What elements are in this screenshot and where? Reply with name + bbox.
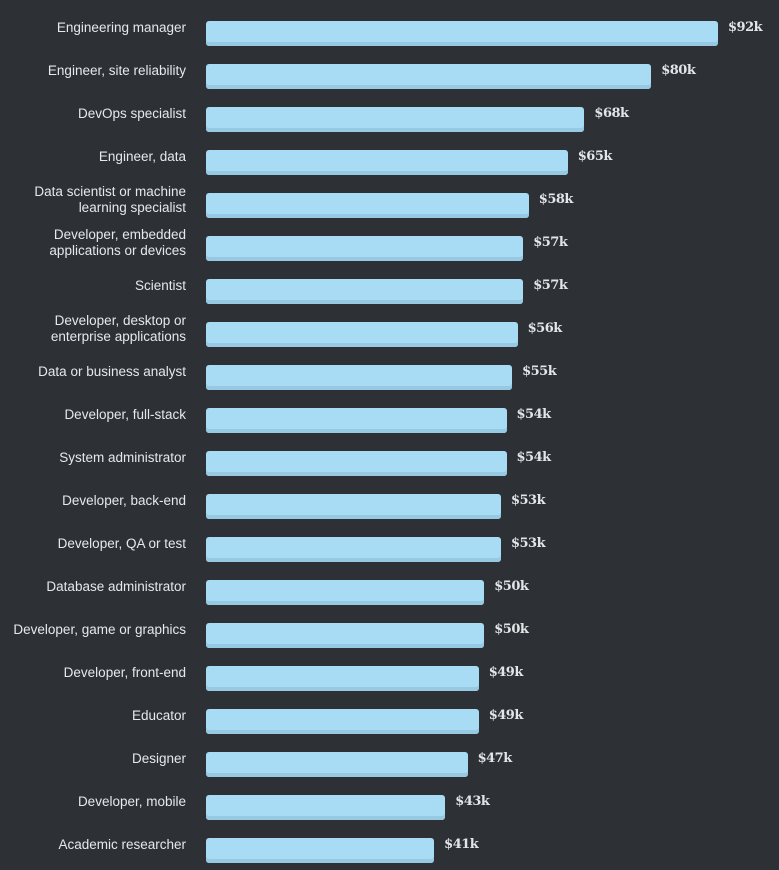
- data-label: $68k: [594, 106, 629, 121]
- bar: [206, 451, 507, 476]
- data-label: $43k: [455, 794, 490, 809]
- bar: [206, 795, 446, 820]
- bar-row: Developer, embedded applications or devi…: [0, 221, 779, 264]
- bar-row: Developer, QA or test $53k: [0, 522, 779, 565]
- bar-row: Developer, front-end $49k: [0, 651, 779, 694]
- category-label: Scientist: [134, 277, 186, 293]
- bar: [206, 365, 513, 390]
- bar-row: Data scientist or machine learning speci…: [0, 178, 779, 221]
- category-label: Engineering manager: [56, 19, 186, 35]
- bar-row: Engineer, site reliability $80k: [0, 49, 779, 92]
- bar: [206, 21, 718, 46]
- category-label: Developer, mobile: [77, 793, 186, 809]
- bar: [206, 666, 479, 691]
- category-label: Developer, front-end: [63, 664, 186, 680]
- bar-row: Engineering manager $92k: [0, 6, 779, 49]
- bar: [206, 709, 479, 734]
- data-label: $57k: [533, 235, 568, 250]
- data-label: $92k: [728, 20, 763, 35]
- bar: [206, 752, 468, 777]
- category-label: System administrator: [59, 449, 186, 465]
- bar: [206, 580, 485, 605]
- category-label: Developer, game or graphics: [13, 621, 186, 637]
- bar-row: Developer, full-stack $54k: [0, 393, 779, 436]
- category-label: Developer, embedded applications or devi…: [49, 226, 186, 258]
- category-label: Data or business analyst: [38, 363, 186, 379]
- bar: [206, 64, 652, 89]
- bar: [206, 494, 501, 519]
- bar: [206, 408, 507, 433]
- bar-row: Academic researcher $41k: [0, 823, 779, 866]
- bar: [206, 838, 435, 863]
- bar-row: Engineer, data $65k: [0, 135, 779, 178]
- data-label: $50k: [494, 622, 529, 637]
- data-label: $80k: [661, 63, 696, 78]
- bar: [206, 322, 518, 347]
- data-label: $53k: [510, 493, 546, 508]
- bar-row: Developer, back-end $53k: [0, 479, 779, 522]
- data-label: $58k: [538, 192, 574, 207]
- data-label: $54k: [516, 407, 552, 422]
- bar-row: System administrator $54k: [0, 436, 779, 479]
- category-label: Data scientist or machine learning speci…: [34, 183, 186, 215]
- data-label: $55k: [522, 364, 557, 379]
- category-label: Academic researcher: [58, 836, 186, 852]
- data-label: $65k: [577, 149, 613, 164]
- bar-row: Developer, desktop or enterprise applica…: [0, 307, 779, 350]
- bar-row: Database administrator $50k: [0, 565, 779, 608]
- bar-row: Scientist $57k: [0, 264, 779, 307]
- data-label: $56k: [527, 321, 563, 336]
- category-label: Educator: [131, 707, 186, 723]
- category-label: Engineer, site reliability: [47, 62, 186, 78]
- data-label: $50k: [494, 579, 529, 594]
- data-label: $49k: [488, 708, 524, 723]
- bar: [206, 193, 529, 218]
- bar: [206, 537, 501, 562]
- data-label: $47k: [477, 751, 513, 766]
- category-label: Database administrator: [46, 578, 186, 594]
- bar: [206, 279, 524, 304]
- category-label: Engineer, data: [98, 148, 186, 164]
- category-label: DevOps specialist: [77, 105, 186, 121]
- data-label: $41k: [444, 837, 479, 852]
- category-label: Developer, full-stack: [64, 406, 186, 422]
- data-label: $53k: [510, 536, 546, 551]
- data-label: $54k: [516, 450, 552, 465]
- bar-row: Developer, mobile $43k: [0, 780, 779, 823]
- bar-row: Data or business analyst $55k: [0, 350, 779, 393]
- data-label: $57k: [533, 278, 568, 293]
- bar-row: Designer $47k: [0, 737, 779, 780]
- bar: [206, 623, 485, 648]
- category-label: Developer, desktop or enterprise applica…: [50, 312, 186, 344]
- bar: [206, 107, 585, 132]
- bar-row: Educator $49k: [0, 694, 779, 737]
- bar: [206, 236, 524, 261]
- category-label: Developer, QA or test: [57, 535, 186, 551]
- bar-row: Developer, game or graphics $50k: [0, 608, 779, 651]
- category-label: Developer, back-end: [62, 492, 186, 508]
- salary-bar-chart: Engineering manager $92k Engineer, site re…: [0, 0, 779, 870]
- bar: [206, 150, 568, 175]
- bar-row: DevOps specialist $68k: [0, 92, 779, 135]
- data-label: $49k: [488, 665, 524, 680]
- category-label: Designer: [131, 750, 186, 766]
